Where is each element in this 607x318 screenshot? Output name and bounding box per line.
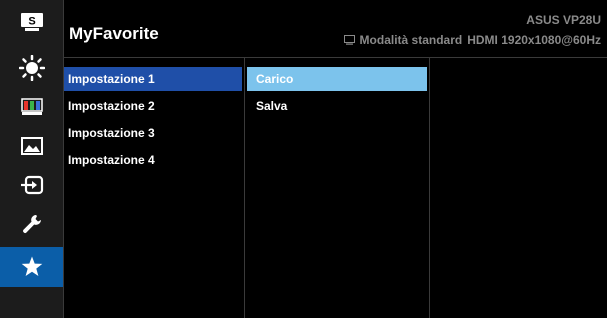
sidebar-item-input-select[interactable] — [0, 166, 63, 204]
list-item-setting-2[interactable]: Impostazione 2 — [64, 94, 244, 118]
sidebar-item-myfavorite[interactable] — [0, 247, 63, 287]
status-mode: Modalità standard — [359, 33, 463, 47]
sidebar-item-brightness[interactable] — [0, 49, 63, 87]
brightness-icon — [18, 55, 45, 81]
sidebar-item-system-setup[interactable] — [0, 205, 63, 243]
save-button[interactable]: Salva — [245, 94, 429, 118]
list-item-setting-4[interactable]: Impostazione 4 — [64, 148, 244, 172]
list-item-setting-3[interactable]: Impostazione 3 — [64, 121, 244, 145]
image-icon — [20, 137, 43, 155]
sidebar-item-color[interactable] — [0, 88, 63, 126]
page-title: MyFavorite — [69, 24, 159, 43]
input-select-icon — [20, 175, 43, 195]
settings-list: Impostazione 1 Impostazione 2 Impostazio… — [64, 58, 245, 318]
model-name: ASUS VP28U — [526, 13, 601, 27]
sidebar-item-splendid[interactable]: S — [0, 3, 63, 41]
splendid-icon: S — [20, 13, 43, 31]
empty-panel — [430, 58, 607, 318]
osd-menu: S MyFavorite ASUS VP28U Modalità standar… — [0, 0, 607, 318]
list-item-setting-1[interactable]: Impostazione 1 — [64, 67, 242, 91]
svg-text:S: S — [28, 16, 35, 28]
actions-list: Carico Salva — [245, 58, 430, 318]
status-signal: HDMI 1920x1080@60Hz — [467, 33, 601, 47]
header: MyFavorite ASUS VP28U Modalità standard … — [64, 0, 607, 58]
sidebar-item-image[interactable] — [0, 127, 63, 165]
system-setup-icon — [22, 215, 41, 233]
status-bar: Modalità standard HDMI 1920x1080@60Hz — [343, 33, 601, 47]
sidebar: S — [0, 0, 64, 318]
star-icon — [21, 256, 42, 276]
load-button[interactable]: Carico — [247, 67, 427, 91]
color-icon — [20, 98, 43, 115]
monitor-icon — [343, 35, 355, 45]
